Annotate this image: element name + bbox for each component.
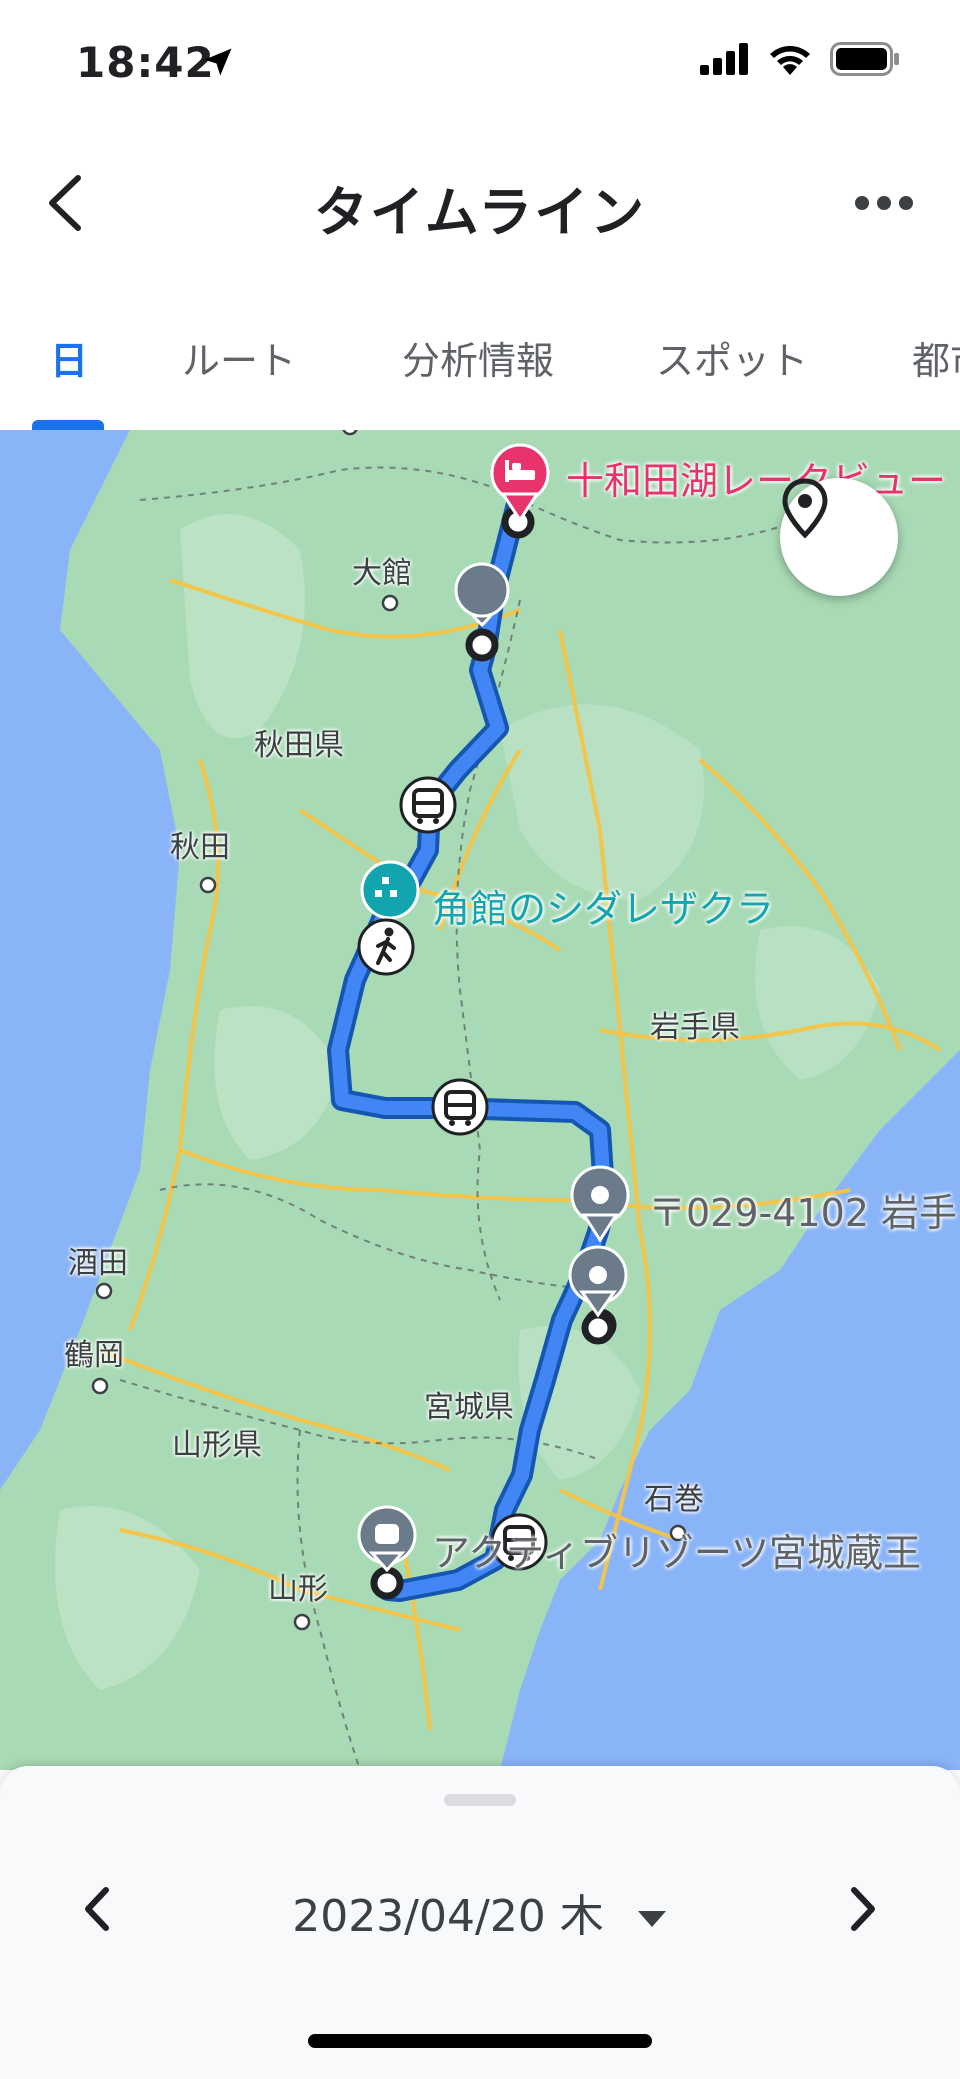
map-label-tsuruoka: 鶴岡	[64, 1338, 124, 1373]
sight-pin	[360, 860, 420, 920]
home-indicator	[308, 2034, 652, 2048]
sheet-drag-handle[interactable]	[444, 1794, 516, 1806]
tab-day[interactable]: 日	[50, 330, 88, 385]
app-header: タイムライン	[0, 128, 960, 276]
more-options-icon[interactable]	[844, 180, 924, 226]
location-button[interactable]	[780, 478, 898, 596]
page-title: タイムライン	[313, 181, 647, 244]
status-time: 18:42	[76, 38, 215, 87]
next-day-chevron-icon[interactable]	[838, 1874, 888, 1944]
tab-bar: 日 ルート 分析情報 スポット 都市	[0, 300, 960, 430]
bus-icon	[431, 1078, 489, 1136]
map-label-yamagata: 山形	[268, 1572, 328, 1607]
tab-cities[interactable]: 都市	[912, 330, 960, 385]
tab-route[interactable]: ルート	[182, 330, 296, 385]
place-label-postal[interactable]: 〒029-4102 岩手	[648, 1182, 957, 1237]
map-view[interactable]: 大館 秋田県 秋田 岩手県 酒田 鶴岡 宮城県 山形県 石巻 山形 十和田湖レー…	[0, 430, 960, 1770]
date-selector[interactable]: 2023/04/20 木	[0, 1880, 960, 1944]
tab-insights[interactable]: 分析情報	[402, 330, 554, 385]
active-tab-indicator	[32, 420, 104, 430]
signal-icon	[700, 43, 748, 75]
map-pin-icon	[782, 478, 828, 539]
bus-icon	[399, 776, 457, 834]
map-label-miyagi-pref: 宮城県	[424, 1390, 514, 1425]
place-label-resort[interactable]: アクティブリゾーツ宮城蔵王	[432, 1522, 921, 1577]
location-arrow-icon	[204, 48, 232, 76]
tab-spots[interactable]: スポット	[656, 330, 808, 385]
date-text: 2023/04/20 木	[292, 1891, 604, 1942]
battery-icon	[830, 42, 899, 76]
dropdown-caret-icon	[637, 1911, 666, 1927]
map-label-akita: 秋田	[170, 830, 230, 865]
map-label-yamagata-pref: 山形県	[172, 1428, 262, 1463]
date-sheet: 2023/04/20 木	[0, 1766, 960, 2079]
map-label-ishinomaki: 石巻	[644, 1482, 704, 1517]
status-bar: 18:42	[0, 0, 960, 128]
walking-icon	[357, 918, 415, 976]
map-label-sakata: 酒田	[68, 1246, 128, 1281]
place-label-cherry-blossom[interactable]: 角館のシダレザクラ	[432, 878, 774, 933]
place-label-hotel[interactable]: 十和田湖レークビュー	[566, 450, 946, 505]
map-label-akita-pref: 秋田県	[254, 728, 344, 763]
wifi-icon	[770, 46, 810, 75]
map-label-odate: 大館	[352, 556, 412, 591]
map-label-iwate-pref: 岩手県	[650, 1010, 740, 1045]
